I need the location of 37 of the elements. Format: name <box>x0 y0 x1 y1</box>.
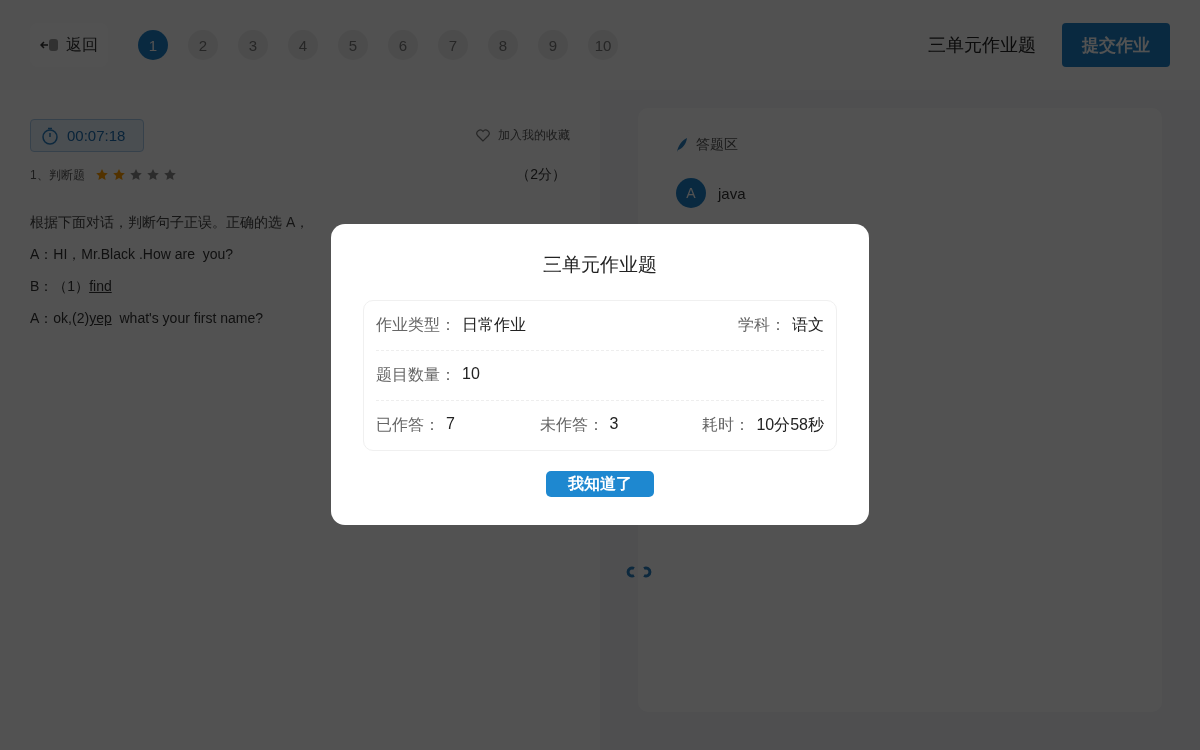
loading-icon <box>625 566 653 578</box>
star-icon <box>94 168 109 182</box>
info-label: 未作答： <box>539 415 604 435</box>
dialogue-text: A：ok,(2) <box>30 310 90 328</box>
dialogue-text: A：HI，Mr.Black .How are you? <box>30 246 234 264</box>
option-letter[interactable]: A <box>676 178 706 208</box>
star-icon <box>145 168 160 182</box>
dialog-title: 三单元作业题 <box>543 253 657 277</box>
stopwatch-icon <box>41 126 59 145</box>
info-label: 作业类型： <box>376 315 456 335</box>
info-label: 题目数量： <box>376 365 456 385</box>
info-label: 学科： <box>738 315 786 335</box>
feather-icon <box>676 137 688 153</box>
dialogue-text: what's your first name? <box>118 310 263 328</box>
filled-blank: find <box>89 278 112 296</box>
dialogue-text: B：（1） <box>30 278 90 296</box>
star-icon <box>111 168 126 182</box>
timer-badge: 00:07:18 <box>30 119 144 152</box>
homework-title: 三单元作业题 <box>928 34 1036 57</box>
back-arrow-icon <box>40 37 60 53</box>
acknowledge-button[interactable]: 我知道了 <box>546 471 654 497</box>
info-value: 日常作业 <box>462 315 526 335</box>
info-value: 语文 <box>792 315 824 335</box>
info-value: 10 <box>462 365 480 384</box>
star-icon <box>162 168 177 182</box>
question-score: （2分） <box>516 166 566 184</box>
info-value: 3 <box>609 415 619 434</box>
info-label: 已作答： <box>376 415 440 435</box>
info-label: 耗时： <box>702 415 751 435</box>
option-text[interactable]: java <box>718 184 746 202</box>
star-icon <box>128 168 143 182</box>
info-value: 10分58秒 <box>756 415 824 435</box>
heart-icon[interactable] <box>476 129 490 142</box>
filled-blank: yep <box>89 310 112 328</box>
info-value: 7 <box>446 415 455 434</box>
question-number-button[interactable]: 1 <box>138 30 168 60</box>
submit-button[interactable]: 提交作业 <box>1062 23 1170 67</box>
